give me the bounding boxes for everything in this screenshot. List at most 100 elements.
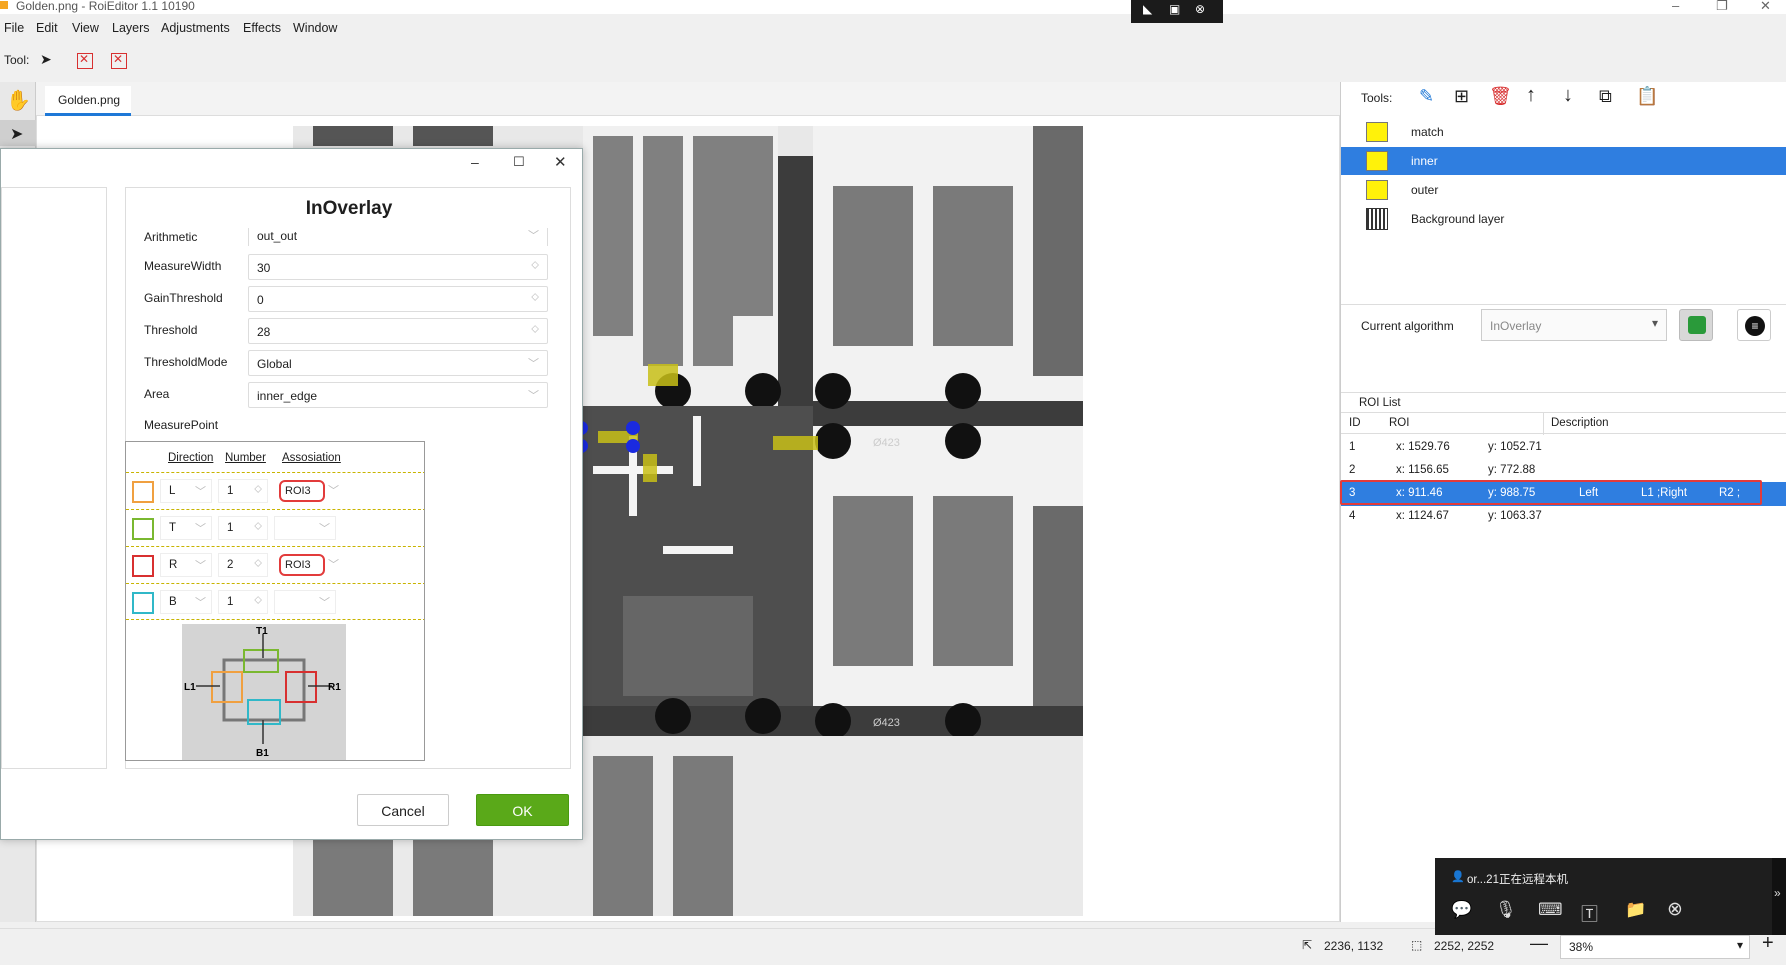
chevron-down-icon: ﹀ — [319, 523, 330, 535]
screen-icon[interactable]: ▣ — [1169, 2, 1180, 16]
color-checkbox[interactable] — [132, 592, 154, 614]
association-combo[interactable]: ﹀ — [274, 516, 336, 540]
diagram-svg: T1 L1 R1 B1 — [184, 626, 341, 759]
prop-value: 0 — [257, 293, 264, 307]
tab-golden[interactable]: Golden.png — [45, 86, 131, 116]
direction-combo[interactable]: L ﹀ — [160, 479, 212, 503]
menu-adjustments[interactable]: Adjustments — [161, 21, 230, 35]
color-checkbox[interactable] — [132, 518, 154, 540]
chat-icon[interactable]: 💬 — [1451, 900, 1472, 920]
layer-outer[interactable]: outer — [1341, 176, 1786, 204]
text-icon[interactable]: 🅃 — [1581, 900, 1598, 925]
color-checkbox[interactable] — [132, 481, 154, 503]
minimize-button[interactable]: – — [1672, 0, 1679, 13]
chevron-down-icon: ﹀ — [195, 597, 206, 609]
spin-icon: ⬦ — [531, 291, 539, 303]
direction-combo[interactable]: B ﹀ — [160, 590, 212, 614]
dialog-close-button[interactable]: ✕ — [554, 153, 567, 171]
dialog-minimize-button[interactable]: – — [471, 154, 479, 170]
association-value: ROI3 — [279, 480, 325, 502]
prop-gainthreshold: GainThreshold 0 ⬦ — [126, 282, 572, 314]
roi-row-1[interactable]: 1 x: 1529.76 y: 1052.71 — [1341, 436, 1786, 460]
menu-view[interactable]: View — [72, 21, 99, 35]
prop-label: Arithmetic — [144, 230, 198, 244]
menu-file[interactable]: File — [4, 21, 24, 35]
zoom-in-button[interactable]: + — [1762, 932, 1774, 955]
roi-x: x: 1124.67 — [1396, 510, 1449, 522]
microphone-icon[interactable]: 🎙 — [1495, 900, 1517, 920]
roi-x: x: 1156.65 — [1396, 464, 1449, 476]
roi-y: y: 772.88 — [1488, 464, 1536, 476]
direction-combo[interactable]: T ﹀ — [160, 516, 212, 540]
algorithm-select[interactable]: InOverlay ▾ — [1481, 309, 1667, 341]
run-button[interactable] — [1679, 309, 1713, 341]
menu-effects[interactable]: Effects — [243, 21, 281, 35]
file-transfer-icon[interactable]: 📁 — [1625, 900, 1646, 920]
chevron-down-icon: ﹀ — [328, 485, 339, 497]
number-spin[interactable]: 1 ⬦ — [218, 516, 268, 540]
add-layer-icon[interactable]: ⊞ — [1454, 86, 1469, 107]
pointer-tool-icon[interactable]: ➤ — [40, 51, 52, 68]
layer-color-swatch — [1366, 122, 1388, 142]
number-spin[interactable]: 1 ⬦ — [218, 479, 268, 503]
layer-inner[interactable]: inner — [1341, 147, 1786, 175]
layer-match[interactable]: match — [1341, 118, 1786, 146]
direction-combo[interactable]: R ﹀ — [160, 553, 212, 577]
filter-icon: ≡ — [1745, 316, 1765, 336]
menu-bar: File Edit View Layers Adjustments Effect… — [0, 18, 700, 40]
mp-row-b: B ﹀ 1 ⬦ ﹀ — [126, 583, 424, 620]
close-window-button[interactable]: ✕ — [1760, 0, 1771, 14]
trash-icon[interactable]: 🗑 — [1489, 86, 1512, 107]
layer-name: match — [1411, 125, 1444, 139]
roi-id: 2 — [1349, 464, 1356, 476]
diagram-label-right: R1 — [328, 682, 341, 693]
chevron-down-icon: ﹀ — [319, 597, 330, 609]
remote-panel-collapse[interactable]: » — [1772, 858, 1786, 935]
user-icon: 👤 — [1451, 871, 1465, 883]
dialog-maximize-button[interactable]: ☐ — [513, 154, 525, 170]
layer-background[interactable]: Background layer — [1341, 205, 1786, 233]
arrow-up-icon[interactable]: ↑ — [1526, 84, 1536, 107]
association-combo[interactable]: ROI3 ﹀ — [274, 553, 344, 577]
delete-all-roi-icon[interactable] — [111, 52, 127, 69]
association-combo[interactable]: ROI3 ﹀ — [274, 479, 344, 503]
number-spin[interactable]: 2 ⬦ — [218, 553, 268, 577]
menu-edit[interactable]: Edit — [36, 21, 58, 35]
threshold-spin[interactable]: 28 ⬦ — [248, 318, 548, 344]
dialog-title: InOverlay — [305, 198, 393, 219]
copy-icon[interactable]: ⧉ — [1599, 86, 1612, 107]
ok-button[interactable]: OK — [476, 794, 569, 826]
arithmetic-combo[interactable]: out_out ﹀ — [248, 228, 548, 246]
zoom-select[interactable]: 38% ▾ — [1560, 935, 1750, 959]
selection-size: 2252, 2252 — [1434, 939, 1495, 953]
tab-label: Golden.png — [58, 93, 121, 107]
roi-row-4[interactable]: 4 x: 1124.67 y: 1063.37 — [1341, 505, 1786, 529]
thresholdmode-combo[interactable]: Global ﹀ — [248, 350, 548, 376]
paste-icon[interactable]: 📋 — [1636, 86, 1658, 107]
area-combo[interactable]: inner_edge ﹀ — [248, 382, 548, 408]
cancel-button[interactable]: Cancel — [357, 794, 449, 826]
color-checkbox[interactable] — [132, 555, 154, 577]
edit-pencil-icon[interactable]: ✎ — [1419, 86, 1434, 107]
measurewidth-spin[interactable]: 30 ⬦ — [248, 254, 548, 280]
maximize-button[interactable]: ❐ — [1716, 0, 1728, 14]
zoom-out-button[interactable]: — — [1530, 933, 1548, 954]
gainthreshold-spin[interactable]: 0 ⬦ — [248, 286, 548, 312]
filter-button[interactable]: ≡ — [1737, 309, 1771, 341]
number-spin[interactable]: 1 ⬦ — [218, 590, 268, 614]
keyboard-icon[interactable]: ⌨ — [1538, 900, 1563, 920]
double-chevron-right-icon: » — [1774, 886, 1781, 900]
menu-window[interactable]: Window — [293, 21, 337, 35]
disconnect-icon[interactable]: ⊗ — [1667, 898, 1683, 921]
select-tool-icon[interactable]: ➤ — [0, 120, 36, 146]
delete-roi-icon[interactable] — [77, 52, 93, 69]
menu-layers[interactable]: Layers — [112, 21, 150, 35]
spin-icon: ⬦ — [531, 323, 539, 335]
prop-label: GainThreshold — [144, 291, 223, 305]
close-circle-icon[interactable]: ⊗ — [1195, 2, 1205, 16]
association-combo[interactable]: ﹀ — [274, 590, 336, 614]
arrow-down-icon[interactable]: ↓ — [1563, 84, 1573, 107]
pin-icon[interactable]: ◣ — [1143, 2, 1152, 16]
hand-tool-icon[interactable]: ✋ — [6, 88, 31, 113]
prop-value: 30 — [257, 261, 271, 275]
